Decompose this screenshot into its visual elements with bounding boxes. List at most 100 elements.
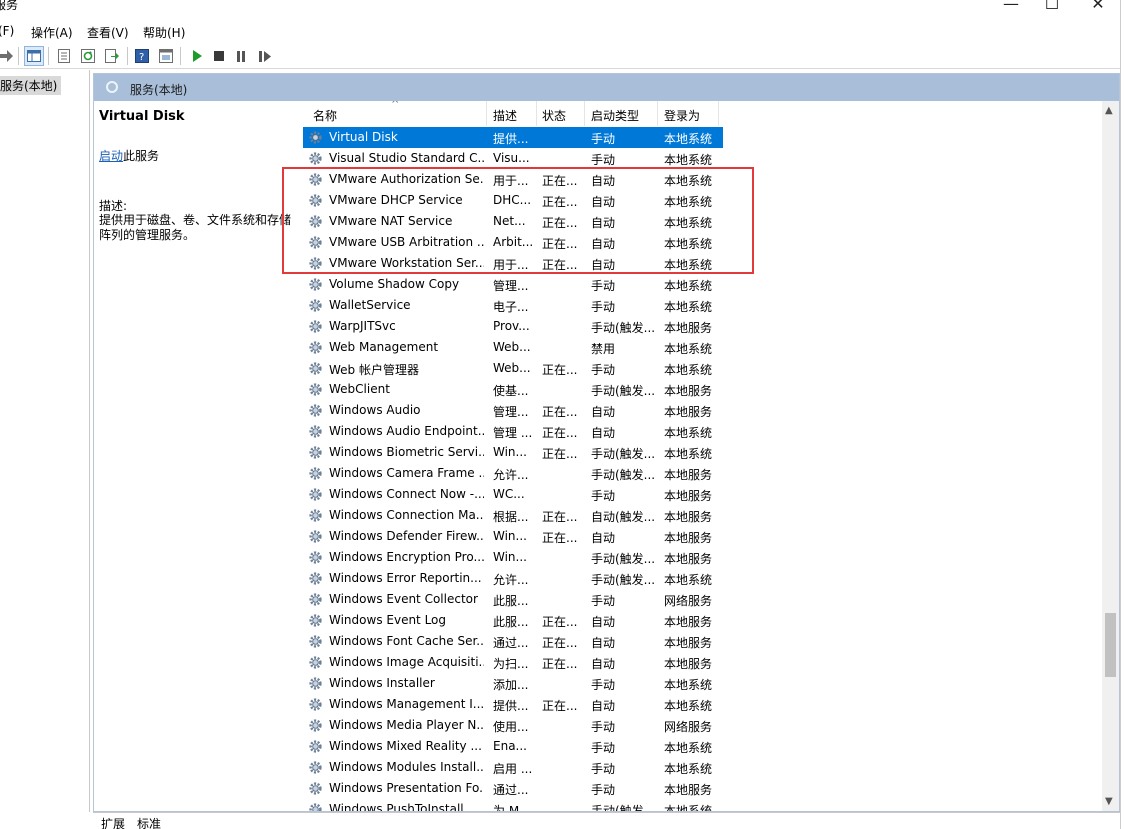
table-row[interactable]: Windows Image Acquisiti... 为扫... 正在... 自动 本地…: [303, 652, 723, 673]
table-row[interactable]: Windows Connection Ma... 根据... 正在... 自动(触发.…: [303, 505, 723, 526]
service-startup-type: 手动: [591, 153, 616, 167]
start-service-link[interactable]: 启动: [99, 149, 123, 163]
table-row[interactable]: Windows Defender Firew... Win... 正在... 自动 本地…: [303, 526, 723, 547]
properties-icon[interactable]: [54, 46, 74, 66]
table-row[interactable]: Windows Modules Install... 启用 ... 手动 本地系统: [303, 757, 723, 778]
toolbar-separator: [48, 47, 49, 65]
gear-icon: [309, 131, 322, 144]
table-row[interactable]: Windows Audio 管理... 正在... 自动 本地服务: [303, 400, 723, 421]
service-log-on-as: 网络服务: [664, 594, 713, 608]
column-header-description[interactable]: 描述: [493, 107, 517, 124]
tree-node-services-local[interactable]: 服务(本地): [0, 76, 62, 95]
menu-help[interactable]: 帮助(H): [143, 24, 185, 41]
service-startup-type: 手动(触发...: [591, 552, 656, 566]
service-name: Windows Camera Frame ...: [329, 466, 484, 480]
table-row[interactable]: WebClient 使基... 手动(触发... 本地服务: [303, 379, 723, 400]
vertical-scrollbar[interactable]: ▲ ▼: [1102, 101, 1119, 811]
table-row[interactable]: Windows Encryption Pro... Win... 手动(触发... 本…: [303, 547, 723, 568]
refresh-icon[interactable]: [78, 46, 98, 66]
service-startup-type: 手动(触发...: [591, 804, 656, 811]
tab-standard[interactable]: 标准: [137, 815, 161, 829]
column-divider[interactable]: [486, 101, 487, 126]
table-row[interactable]: Windows Event Collector 此服... 手动 网络服务: [303, 589, 723, 610]
start-service-icon[interactable]: [187, 46, 207, 66]
service-name: Virtual Disk: [329, 130, 398, 144]
service-startup-type: 手动(触发...: [591, 321, 656, 335]
export-list-icon[interactable]: [102, 46, 122, 66]
service-startup-type: 自动: [591, 636, 616, 650]
table-row[interactable]: Windows Font Cache Ser... 通过... 正在... 自动 本地服…: [303, 631, 723, 652]
restart-service-icon[interactable]: [255, 46, 275, 66]
column-header-name[interactable]: 名称: [313, 107, 337, 124]
service-log-on-as: 本地服务: [664, 615, 713, 629]
column-header-status[interactable]: 状态: [542, 107, 566, 124]
scroll-down-icon[interactable]: ▼: [1105, 796, 1113, 807]
table-row[interactable]: Windows Biometric Servi... Win... 正在... 手动(…: [303, 442, 723, 463]
gear-icon: [309, 635, 322, 648]
service-log-on-as: 本地系统: [664, 363, 713, 377]
table-row[interactable]: Virtual Disk 提供... 手动 本地系统: [303, 127, 723, 148]
service-description-cell: 管理...: [493, 405, 529, 419]
pause-service-icon[interactable]: [231, 46, 251, 66]
table-row[interactable]: WalletService 电子... 手动 本地系统: [303, 295, 723, 316]
table-row[interactable]: Windows Presentation Fo... 通过... 手动 本地服务: [303, 778, 723, 799]
table-row[interactable]: Windows Installer 添加... 手动 本地系统: [303, 673, 723, 694]
search-icon: [106, 81, 118, 93]
menu-action[interactable]: 操作(A): [31, 24, 73, 41]
column-header-log-on-as[interactable]: 登录为: [664, 107, 700, 124]
close-button[interactable]: ✕: [1083, 0, 1113, 13]
column-divider[interactable]: [718, 101, 719, 126]
table-row[interactable]: WarpJITSvc Prov... 手动(触发... 本地服务: [303, 316, 723, 337]
table-row[interactable]: Visual Studio Standard C... Visu... 手动 本地系统: [303, 148, 723, 169]
gear-icon: [309, 530, 322, 543]
column-divider[interactable]: [657, 101, 658, 126]
service-name: Windows Connection Ma...: [329, 508, 484, 522]
help-icon[interactable]: ?: [132, 46, 152, 66]
title-bar: 服务 — ☐ ✕: [0, 0, 1120, 18]
service-description-cell: 提供...: [493, 699, 529, 713]
service-description-cell: 提供...: [493, 132, 529, 146]
service-startup-type: 禁用: [591, 342, 616, 356]
minimize-button[interactable]: —: [996, 0, 1026, 13]
table-row[interactable]: Windows Error Reportin... 允许... 手动(触发... 本地…: [303, 568, 723, 589]
service-log-on-as: 网络服务: [664, 720, 713, 734]
service-description-cell: 添加...: [493, 678, 529, 692]
service-log-on-as: 本地服务: [664, 552, 713, 566]
menu-bar: (F) 操作(A) 查看(V) 帮助(H): [0, 20, 1120, 42]
scroll-up-icon[interactable]: ▲: [1105, 105, 1113, 116]
service-name: Windows Presentation Fo...: [329, 781, 484, 795]
tab-extended[interactable]: 扩展: [101, 815, 126, 829]
table-row[interactable]: Volume Shadow Copy 管理... 手动 本地系统: [303, 274, 723, 295]
maximize-button[interactable]: ☐: [1037, 0, 1067, 13]
table-row[interactable]: Windows Connect Now -... WC... 手动 本地服务: [303, 484, 723, 505]
forward-arrow-icon[interactable]: [0, 46, 16, 66]
table-row[interactable]: Windows Event Log 此服... 正在... 自动 本地服务: [303, 610, 723, 631]
stop-service-icon[interactable]: [209, 46, 229, 66]
service-name: Windows Audio Endpoint...: [329, 424, 484, 438]
menu-view[interactable]: 查看(V): [87, 24, 129, 41]
menu-file[interactable]: (F): [0, 24, 14, 38]
table-row[interactable]: Web 帐户管理器 Web... 正在... 手动 本地系统: [303, 358, 723, 379]
table-row[interactable]: Windows PushToInstall 为 M... 手动(触发... 本地系统: [303, 799, 723, 811]
service-log-on-as: 本地系统: [664, 678, 713, 692]
service-log-on-as: 本地系统: [664, 300, 713, 314]
table-row[interactable]: Windows Mixed Reality ... Ena... 手动 本地系统: [303, 736, 723, 757]
service-description-cell: 管理...: [493, 279, 529, 293]
console-view-icon[interactable]: [156, 46, 176, 66]
scrollbar-thumb[interactable]: [1105, 613, 1116, 677]
gear-icon: [309, 341, 322, 354]
table-row[interactable]: Windows Camera Frame ... 允许... 手动(触发... 本地服…: [303, 463, 723, 484]
column-divider[interactable]: [584, 101, 585, 126]
service-startup-type: 自动: [591, 657, 616, 671]
table-row[interactable]: Web Management Web... 禁用 本地系统: [303, 337, 723, 358]
column-divider[interactable]: [536, 101, 537, 126]
show-hide-tree-icon[interactable]: [24, 46, 44, 66]
gear-icon: [309, 299, 322, 312]
column-header-startup-type[interactable]: 启动类型: [591, 107, 639, 124]
service-log-on-as: 本地服务: [664, 783, 713, 797]
service-status: 正在...: [542, 363, 578, 377]
table-row[interactable]: Windows Media Player N... 使用... 手动 网络服务: [303, 715, 723, 736]
table-row[interactable]: Windows Management I... 提供... 正在... 自动 本地系统: [303, 694, 723, 715]
service-description-cell: 电子...: [493, 300, 529, 314]
table-row[interactable]: Windows Audio Endpoint... 管理 ... 正在... 自动 本地…: [303, 421, 723, 442]
